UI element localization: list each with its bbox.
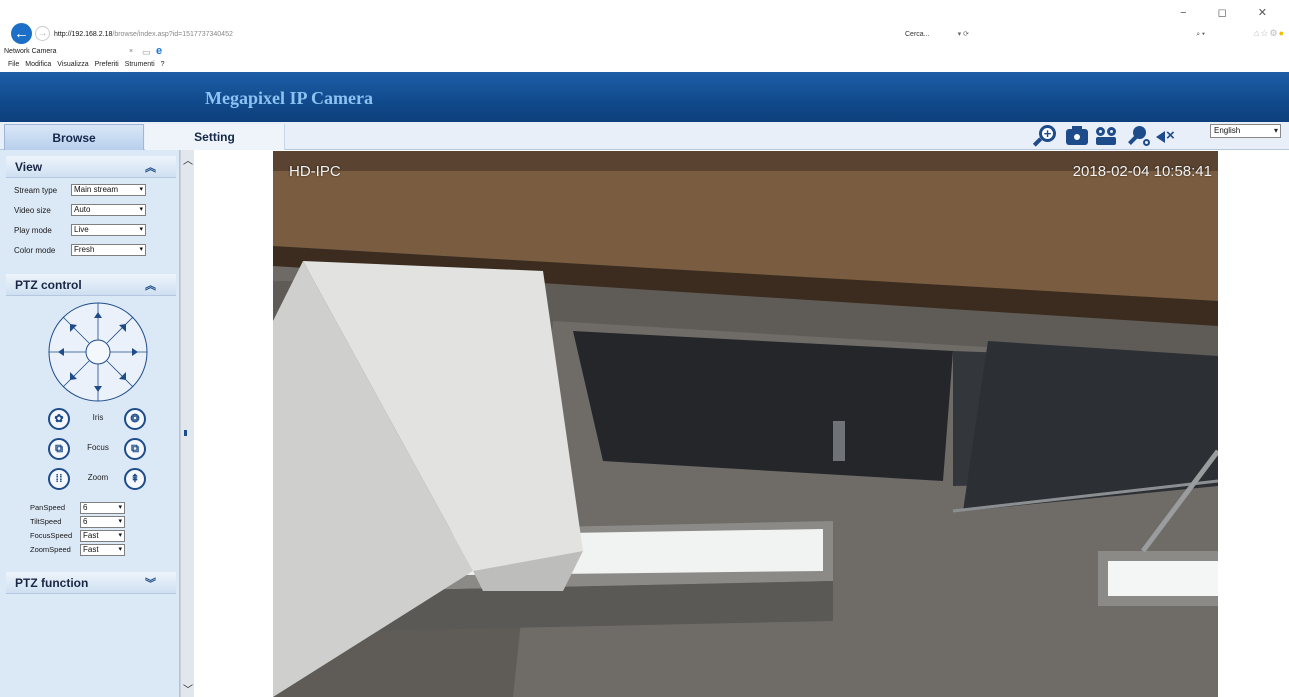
pan-speed-select[interactable]: 6 ▾ — [80, 502, 125, 514]
chevron-down-icon: ▾ — [1273, 126, 1278, 135]
view-section-header[interactable]: View ︽ — [6, 156, 176, 178]
chevron-down-icon: ▾ — [118, 532, 122, 539]
chevron-down-icon: ▾ — [139, 186, 143, 193]
focus-far-icon[interactable]: ⧉ — [124, 438, 146, 460]
tab-setting[interactable]: Setting — [145, 124, 285, 150]
browser-chrome: ← → http://192.168.2.18/browse/index.asp… — [0, 0, 1289, 72]
menu-help[interactable]: ? — [161, 61, 165, 68]
ptz-control-title: PTZ control — [15, 278, 82, 292]
view-section-title: View — [15, 160, 43, 174]
chevron-down-icon: ▾ — [139, 226, 143, 233]
stream-type-value: Main stream — [74, 185, 119, 194]
forward-arrow-icon[interactable]: → — [35, 26, 50, 41]
tab-title: Network Camera — [4, 48, 57, 55]
color-mode-select[interactable]: Fresh ▾ — [71, 244, 146, 256]
window-controls[interactable]: − ◻ ✕ — [1180, 6, 1281, 19]
tilt-speed-value: 6 — [83, 517, 88, 526]
live-video-view[interactable]: HD-IPC 2018-02-04 10:58:41 — [273, 151, 1218, 697]
stream-type-select[interactable]: Main stream ▾ — [71, 184, 146, 196]
osd-camera-name: HD-IPC — [289, 163, 341, 180]
play-mode-value: Live — [74, 225, 89, 234]
iris-open-icon[interactable]: ❂ — [124, 408, 146, 430]
collapse-up-icon[interactable]: ︽ — [145, 277, 156, 293]
video-size-value: Auto — [74, 205, 91, 214]
favorites-icons[interactable]: ⌂☆⚙● — [1254, 28, 1285, 39]
chevron-down-icon: ▾ — [118, 518, 122, 525]
color-mode-value: Fresh — [74, 245, 95, 254]
stream-type-label: Stream type — [14, 186, 58, 195]
panel-toggle-handle[interactable] — [184, 430, 187, 436]
language-value: English — [1214, 126, 1241, 135]
browser-tab[interactable]: Network Camera × ▭ e — [4, 45, 179, 59]
menu-strumenti[interactable]: Strumenti — [125, 61, 155, 68]
tab-close-icon[interactable]: × — [129, 45, 133, 59]
control-panel: View ︽ Stream type Main stream ▾ Video si… — [0, 150, 180, 697]
ptz-control-header[interactable]: PTZ control ︽ — [6, 274, 176, 296]
focus-label: Focus — [87, 443, 109, 452]
feedback-smiley-icon[interactable]: ● — [1279, 28, 1285, 38]
camera-image — [273, 151, 1218, 697]
scroll-up-icon[interactable]: ︿ — [183, 152, 193, 167]
panel-scrollbar[interactable]: ︿ ﹀ — [180, 150, 194, 697]
chevron-down-icon: ▾ — [139, 206, 143, 213]
chevron-down-icon: ▾ — [118, 504, 122, 511]
zoom-out-icon[interactable]: ⁞⁞ — [48, 468, 70, 490]
pan-speed-value: 6 — [83, 503, 88, 512]
pan-speed-label: PanSpeed — [30, 503, 66, 512]
video-size-select[interactable]: Auto ▾ — [71, 204, 146, 216]
focus-speed-value: Fast — [83, 531, 99, 540]
tab-browse[interactable]: Browse — [4, 124, 144, 150]
zoom-in-ptz-icon[interactable]: ⇞ — [124, 468, 146, 490]
menu-bar: File Modifica Visualizza Preferiti Strum… — [8, 60, 169, 70]
iris-label: Iris — [92, 413, 104, 422]
browser-search-box[interactable]: Cerca... ⌕ ▾ — [905, 28, 1235, 42]
scroll-down-icon[interactable]: ﹀ — [183, 681, 193, 696]
chevron-down-icon: ▾ — [118, 546, 122, 553]
menu-visualizza[interactable]: Visualizza — [57, 61, 88, 68]
play-mode-label: Play mode — [14, 226, 52, 235]
play-mode-select[interactable]: Live ▾ — [71, 224, 146, 236]
ptz-direction-wheel[interactable] — [48, 302, 148, 402]
ptz-function-header[interactable]: PTZ function ︾ — [6, 572, 176, 594]
expand-down-icon[interactable]: ︾ — [145, 575, 156, 591]
tilt-speed-select[interactable]: 6 ▾ — [80, 516, 125, 528]
app-title: Megapixel IP Camera — [205, 88, 373, 108]
main-nav: Browse Setting — [0, 122, 1289, 150]
iris-close-icon[interactable]: ✿ — [48, 408, 70, 430]
zoom-speed-value: Fast — [83, 545, 99, 554]
collapse-up-icon[interactable]: ︽ — [145, 159, 156, 175]
chevron-down-icon: ▾ — [139, 246, 143, 253]
app-banner: Megapixel IP Camera — [0, 72, 1289, 122]
ptz-function-title: PTZ function — [15, 576, 89, 590]
address-bar[interactable]: http://192.168.2.18/browse/index.asp?id=… — [54, 28, 969, 42]
color-mode-label: Color mode — [14, 246, 56, 255]
ie-logo-icon: e — [156, 45, 163, 57]
zoom-label: Zoom — [87, 473, 109, 482]
tilt-speed-label: TiltSpeed — [30, 517, 62, 526]
back-arrow-icon[interactable]: ← — [11, 23, 32, 44]
new-tab-icon[interactable]: ▭ — [142, 45, 151, 59]
search-icon[interactable]: ⌕ ▾ — [1196, 28, 1205, 42]
menu-file[interactable]: File — [8, 61, 19, 68]
language-select[interactable]: English ▾ — [1210, 124, 1281, 138]
focus-row: ⧉ Focus ⧉ — [48, 438, 148, 460]
zoom-speed-label: ZoomSpeed — [30, 545, 71, 554]
focus-near-icon[interactable]: ⧉ — [48, 438, 70, 460]
osd-timestamp: 2018-02-04 10:58:41 — [1072, 163, 1212, 180]
menu-modifica[interactable]: Modifica — [25, 61, 51, 68]
search-placeholder: Cerca... — [905, 31, 930, 38]
focus-speed-select[interactable]: Fast ▾ — [80, 530, 125, 542]
ptz-center-button — [85, 339, 111, 365]
video-size-label: Video size — [14, 206, 51, 215]
focus-speed-label: FocusSpeed — [30, 531, 73, 540]
menu-preferiti[interactable]: Preferiti — [95, 61, 119, 68]
iris-row: ✿ Iris ❂ — [48, 408, 148, 430]
zoom-row: ⁞⁞ Zoom ⇞ — [48, 468, 148, 490]
url-path: /browse/index.asp?id=1517737340452 — [112, 31, 233, 38]
zoom-speed-select[interactable]: Fast ▾ — [80, 544, 125, 556]
url-host: http://192.168.2.18 — [54, 31, 113, 38]
